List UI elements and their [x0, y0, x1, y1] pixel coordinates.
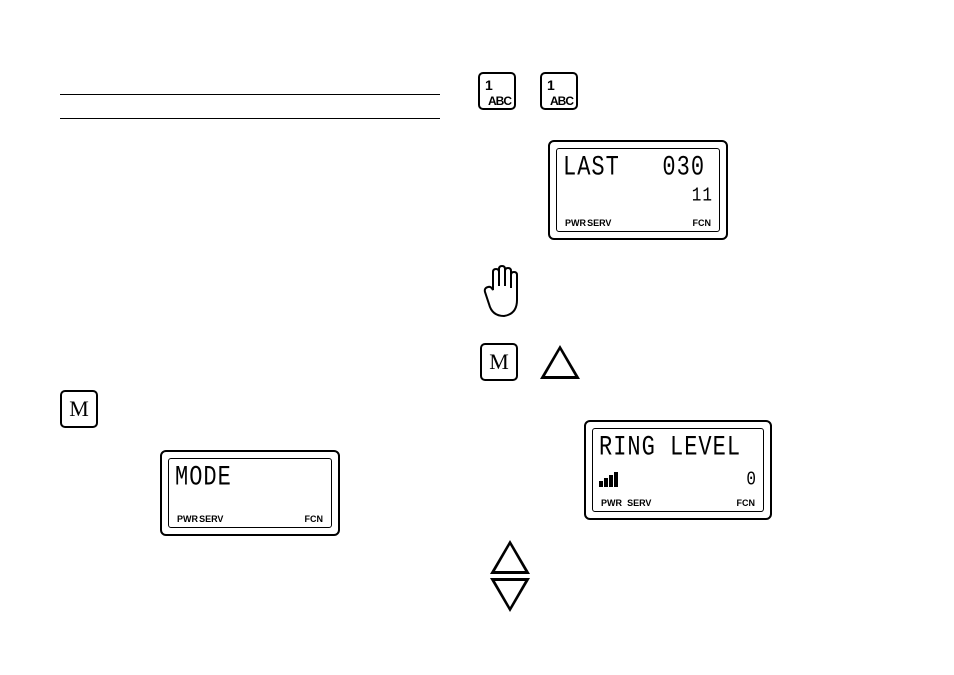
lcd-mode-pwr: PWR [177, 514, 198, 524]
m-key-left[interactable]: M [60, 390, 98, 428]
m-key-right-label: M [489, 349, 509, 375]
up-arrow-key[interactable] [540, 345, 580, 379]
lcd-ring-pwr: PWR [601, 498, 622, 508]
scroll-down-icon[interactable] [490, 578, 530, 612]
m-key-label: M [69, 396, 89, 422]
lcd-last-pwr: PWR [565, 218, 586, 228]
lcd-last-fcn: FCN [692, 218, 711, 228]
lcd-ring: RING LEVEL 0 PWR SERV FCN [584, 420, 772, 520]
key-1abc-right[interactable]: 1 ABC [540, 72, 578, 110]
lcd-ring-line2: 0 [651, 469, 757, 491]
lcd-ring-serv: SERV [627, 498, 651, 508]
lcd-ring-fcn: FCN [736, 498, 755, 508]
key1-top: 1 [485, 77, 493, 93]
lcd-last-line1: LAST 030 [563, 152, 705, 183]
signal-bars-icon [599, 472, 618, 487]
lcd-last-line2: 11 [563, 185, 713, 207]
m-key-right[interactable]: M [480, 343, 518, 381]
key2-top: 1 [547, 77, 555, 93]
hand-icon [480, 264, 524, 320]
rule-2 [60, 118, 440, 119]
lcd-last-serv: SERV [587, 218, 611, 228]
lcd-mode-serv: SERV [199, 514, 223, 524]
key-1abc-left[interactable]: 1 ABC [478, 72, 516, 110]
key1-bottom: ABC [488, 94, 511, 108]
lcd-mode-line1: MODE [175, 462, 232, 493]
rule-1 [60, 94, 440, 95]
scroll-up-icon[interactable] [490, 540, 530, 574]
key2-bottom: ABC [550, 94, 573, 108]
lcd-mode: MODE PWR SERV FCN [160, 450, 340, 536]
lcd-ring-line1: RING LEVEL [599, 432, 741, 463]
lcd-mode-fcn: FCN [304, 514, 323, 524]
lcd-last: LAST 030 11 PWR SERV FCN [548, 140, 728, 240]
